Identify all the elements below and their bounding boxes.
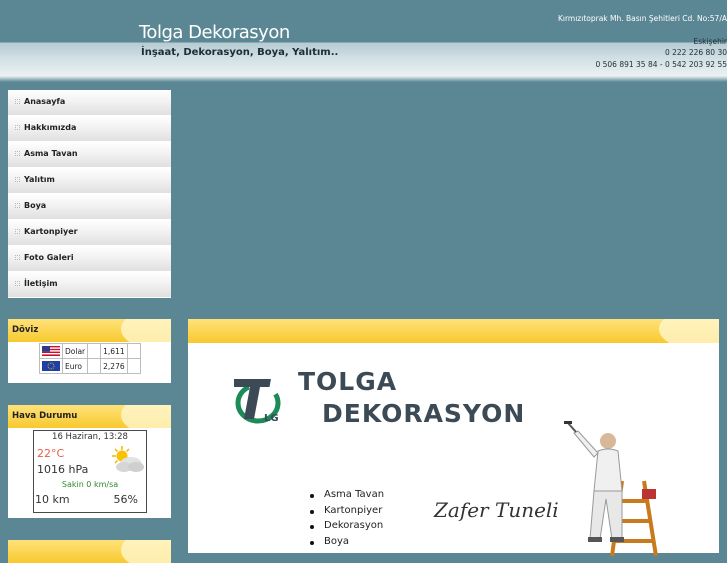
weather-date: 16 Haziran, 13:28 bbox=[52, 432, 128, 442]
currency-name: Dolar bbox=[61, 343, 89, 359]
company-logo-icon: LG bbox=[234, 379, 281, 424]
list-item: Kartonpiyer bbox=[306, 505, 384, 521]
currency-value: 2,276 bbox=[100, 358, 129, 374]
spacer-cell bbox=[127, 343, 142, 359]
nav-item-label: Kartonpiyer bbox=[24, 227, 78, 236]
header: Tolga Dekorasyon İnşaat, Dekorasyon, Boy… bbox=[0, 0, 727, 82]
currency-box-title: Döviz bbox=[12, 325, 39, 335]
nav-item-label: Foto Galeri bbox=[24, 253, 74, 262]
main-nav: Anasayfa Hakkımızda Asma Tavan Yalıtım B… bbox=[8, 90, 171, 298]
nav-item-hakkimizda[interactable]: Hakkımızda bbox=[8, 116, 171, 142]
nav-item-iletisim[interactable]: İletişim bbox=[8, 272, 171, 298]
list-item: Dekorasyon bbox=[306, 520, 384, 536]
extra-box-header bbox=[8, 540, 171, 563]
currency-value: 1,611 bbox=[100, 343, 129, 359]
spacer-cell bbox=[127, 358, 142, 374]
spacer-cell bbox=[87, 358, 102, 374]
table-row: Dolar 1,611 bbox=[39, 343, 142, 359]
bullet-icon bbox=[15, 281, 20, 286]
nav-item-label: Hakkımızda bbox=[24, 123, 77, 132]
nav-item-boya[interactable]: Boya bbox=[8, 194, 171, 220]
banner-name-line1: TOLGA bbox=[298, 367, 398, 396]
weather-humidity: 56% bbox=[113, 493, 138, 506]
nav-item-label: İletişim bbox=[24, 279, 58, 288]
signature: Zafer Tuneli bbox=[434, 498, 559, 522]
site-title[interactable]: Tolga Dekorasyon bbox=[139, 22, 290, 43]
us-flag-icon bbox=[42, 346, 60, 356]
weather-widget[interactable]: 16 Haziran, 13:28 22°C 1016 hPa Sakin 0 … bbox=[33, 430, 147, 513]
nav-item-label: Asma Tavan bbox=[24, 149, 78, 158]
weather-temperature: 22°C bbox=[37, 447, 65, 460]
currency-box-header: Döviz bbox=[8, 319, 171, 342]
bullet-icon bbox=[15, 255, 20, 260]
weather-wind: Sakin 0 km/sa bbox=[61, 480, 119, 489]
services-list: Asma Tavan Kartonpiyer Dekorasyon Boya bbox=[306, 489, 384, 551]
bullet-icon bbox=[15, 125, 20, 130]
painter-illustration-icon bbox=[564, 421, 658, 556]
logo-text: LG bbox=[264, 413, 279, 424]
currency-table: Dolar 1,611 Euro 2,276 bbox=[39, 343, 142, 374]
content-header bbox=[188, 319, 719, 343]
nav-item-kartonpiyer[interactable]: Kartonpiyer bbox=[8, 220, 171, 246]
nav-item-anasayfa[interactable]: Anasayfa bbox=[8, 90, 171, 116]
content-banner: LG TOLGA DEKORASYON Asma Tavan Kartonpiy… bbox=[188, 343, 719, 556]
weather-box: Hava Durumu 16 Haziran, 13:28 22°C 1016 … bbox=[8, 405, 171, 518]
eu-flag-icon bbox=[42, 361, 60, 371]
flag-cell bbox=[39, 343, 63, 359]
spacer-cell bbox=[87, 343, 102, 359]
list-item: Asma Tavan bbox=[306, 489, 384, 505]
nav-item-label: Boya bbox=[24, 201, 47, 210]
table-row: Euro 2,276 bbox=[39, 358, 142, 374]
bullet-icon bbox=[15, 99, 20, 104]
currency-name: Euro bbox=[61, 358, 89, 374]
banner-name-line2: DEKORASYON bbox=[322, 399, 526, 428]
bullet-icon bbox=[15, 203, 20, 208]
weather-pressure: 1016 hPa bbox=[37, 463, 89, 476]
address-street: Kırmızıtoprak Mh. Basın Şehitleri Cd. No… bbox=[557, 14, 727, 23]
nav-item-yalitim[interactable]: Yalıtım bbox=[8, 168, 171, 194]
sun-cloud-icon bbox=[112, 446, 144, 472]
bullet-icon bbox=[15, 229, 20, 234]
site-tagline: İnşaat, Dekorasyon, Boya, Yalıtım.. bbox=[141, 47, 339, 58]
phone-primary: 0 222 226 80 30 bbox=[664, 48, 727, 57]
currency-box: Döviz Dolar 1,611 Euro 2,276 bbox=[8, 319, 171, 383]
address-city: Eskişehir bbox=[693, 37, 727, 46]
bullet-icon bbox=[15, 151, 20, 156]
nav-item-asma-tavan[interactable]: Asma Tavan bbox=[8, 142, 171, 168]
extra-box bbox=[8, 540, 171, 563]
nav-item-label: Yalıtım bbox=[24, 175, 55, 184]
weather-box-header: Hava Durumu bbox=[8, 405, 171, 428]
flag-cell bbox=[39, 358, 63, 374]
nav-item-label: Anasayfa bbox=[24, 97, 66, 106]
weather-box-title: Hava Durumu bbox=[12, 411, 78, 421]
weather-visibility: 10 km bbox=[35, 493, 70, 506]
list-item: Boya bbox=[306, 536, 384, 552]
bullet-icon bbox=[15, 177, 20, 182]
nav-item-foto-galeri[interactable]: Foto Galeri bbox=[8, 246, 171, 272]
phone-mobile: 0 506 891 35 84 - 0 542 203 92 55 bbox=[595, 60, 727, 69]
